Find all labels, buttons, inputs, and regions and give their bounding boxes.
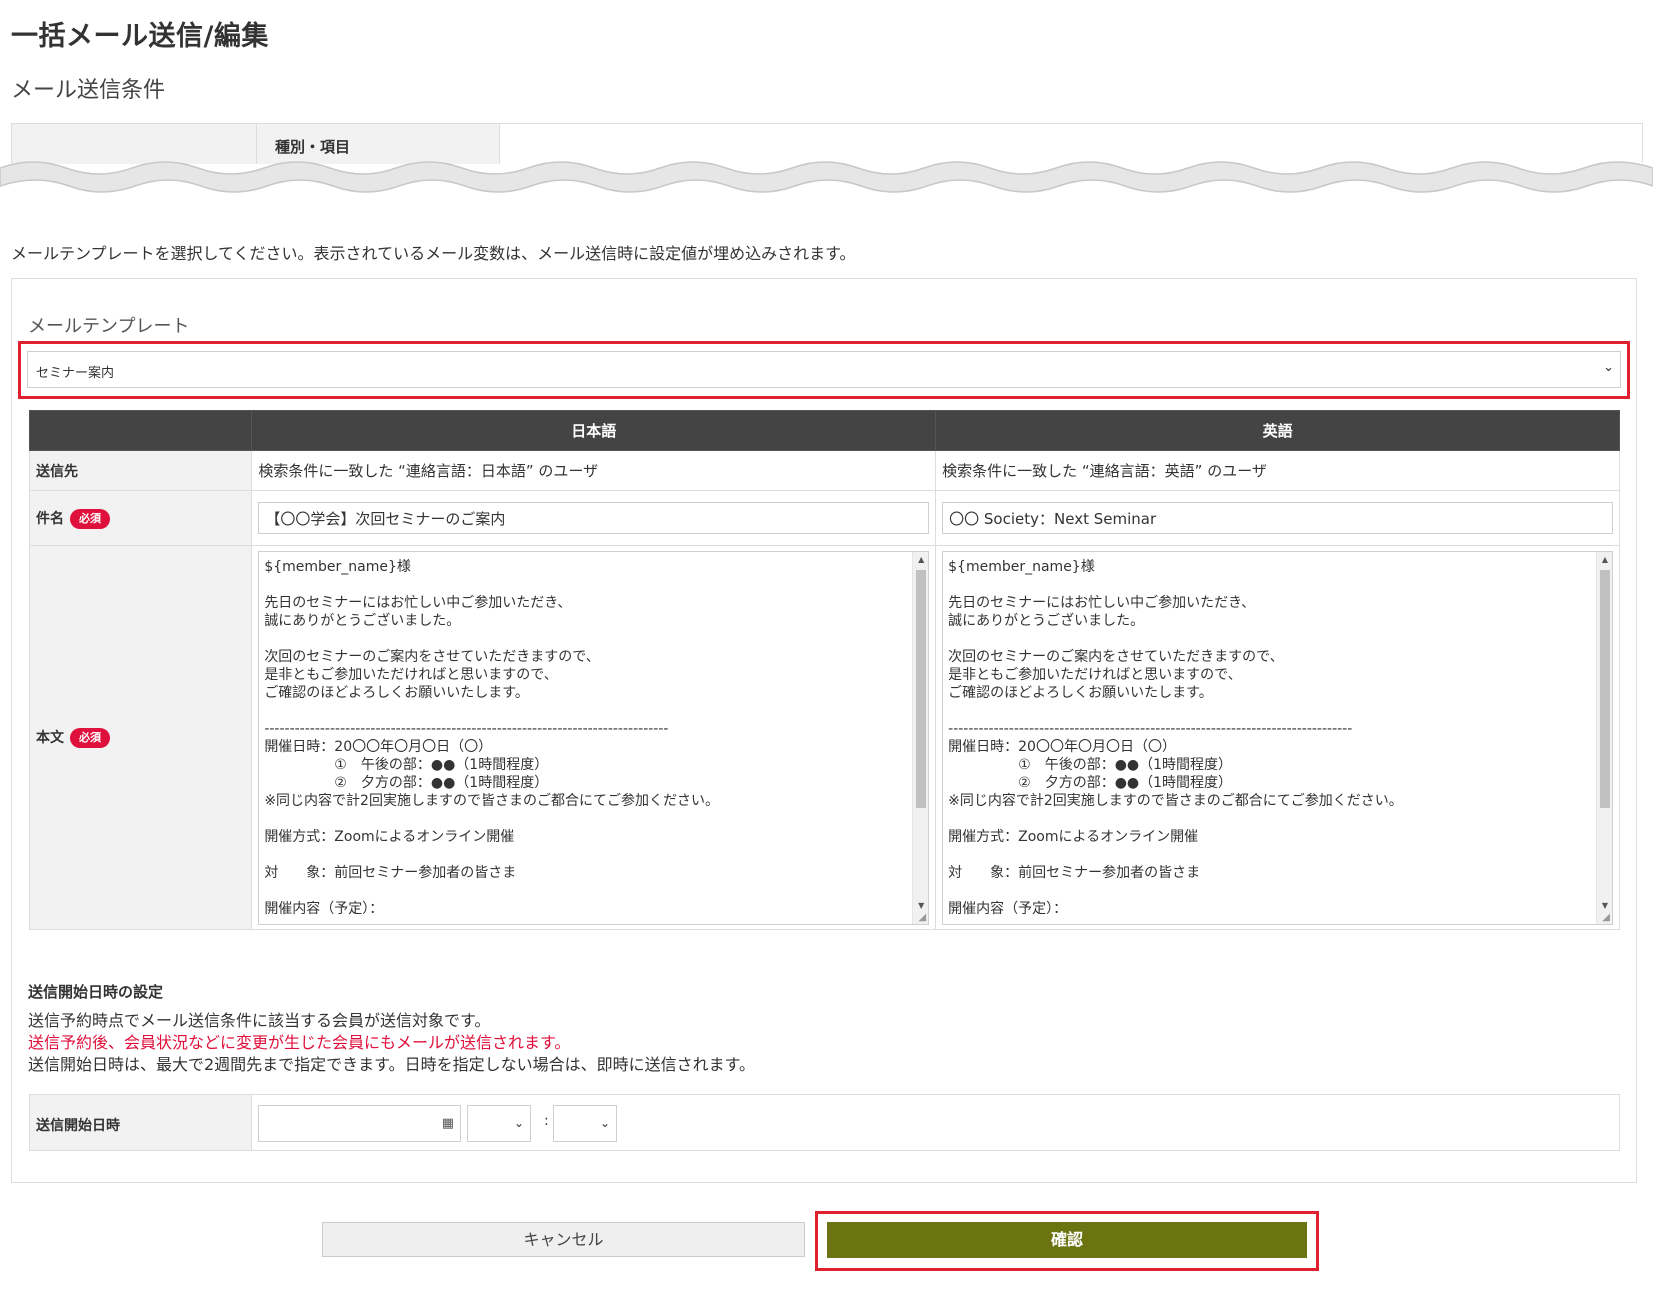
template-select-highlight: セミナー案内 ⌄ [18,341,1630,399]
send-datetime-row: 送信開始日時 ▦ ⌄ : ⌄ [29,1094,1620,1151]
schedule-warning: 送信予約後、会員状況などに変更が生じた会員にもメールが送信されます。 [28,1033,571,1052]
subject-input-english[interactable] [942,502,1613,534]
header-english: 英語 [935,410,1620,451]
header-empty [28,410,253,451]
body-textarea-japanese[interactable]: ${member_name}様 先日のセミナーにはお忙しい中ご参加いただき、 誠… [258,550,930,925]
chevron-down-icon: ⌄ [513,1116,524,1130]
body-text-english: ${member_name}様 先日のセミナーにはお忙しい中ご参加いただき、 誠… [948,558,1403,917]
truncation-wave [0,161,1653,193]
body-textarea-english[interactable]: ${member_name}様 先日のセミナーにはお忙しい中ご参加いただき、 誠… [942,550,1613,925]
conditions-section-title: メール送信条件 [11,78,166,103]
template-select-value: セミナー案内 [36,366,115,381]
scroll-up-icon[interactable]: ▲ [1597,555,1612,564]
scroll-down-icon[interactable]: ▼ [913,901,928,910]
confirm-button[interactable]: 確認 [827,1222,1307,1258]
language-table: 日本語 英語 送信先 検索条件に一致した “連絡言語：日本語” のユーザ 検索条… [28,410,1620,930]
template-field-label: メールテンプレート [28,316,190,337]
subject-label-text: 件名 [36,510,64,527]
resize-handle-icon[interactable]: ◢ [918,912,926,923]
row-label-recipient: 送信先 [28,450,253,491]
body-label-text: 本文 [36,730,64,746]
cancel-button[interactable]: キャンセル [322,1222,805,1257]
confirm-button-highlight: 確認 [815,1211,1319,1271]
body-text-japanese: ${member_name}様 先日のセミナーにはお忙しい中ご参加いただき、 誠… [264,558,719,917]
calendar-icon[interactable]: ▦ [442,1116,454,1131]
chevron-down-icon: ⌄ [599,1116,610,1130]
mail-template-panel: メールテンプレート セミナー案内 ⌄ 日本語 英語 送信先 検索条件に一致した … [11,278,1637,1183]
schedule-note-2: 送信開始日時は、最大で2週間先まで指定できます。日時を指定しない場合は、即時に送… [28,1055,755,1074]
minute-select[interactable]: ⌄ [553,1105,617,1142]
chevron-down-icon: ⌄ [1603,360,1614,375]
page-title: 一括メール送信/編集 [11,21,269,52]
time-separator: : [544,1113,549,1129]
recipient-japanese: 検索条件に一致した “連絡言語：日本語” のユーザ [251,450,937,491]
scrollbar-thumb[interactable] [916,569,927,808]
scrollbar[interactable]: ▲ ▼ [1596,551,1612,924]
resize-handle-icon[interactable]: ◢ [1602,912,1610,923]
row-label-body: 本文 必須 [28,545,253,930]
scrollbar[interactable]: ▲ ▼ [912,551,929,924]
scrollbar-thumb[interactable] [1600,569,1610,808]
schedule-title: 送信開始日時の設定 [28,983,164,1001]
scroll-up-icon[interactable]: ▲ [913,555,928,564]
subject-input-japanese[interactable] [258,502,930,534]
header-japanese: 日本語 [251,410,937,451]
template-select[interactable]: セミナー案内 ⌄ [27,351,1621,388]
schedule-note-1: 送信予約時点でメール送信条件に該当する会員が送信対象です。 [28,1011,491,1030]
required-badge: 必須 [70,508,110,529]
template-instruction: メールテンプレートを選択してください。表示されているメール変数は、メール送信時に… [11,244,856,263]
recipient-english: 検索条件に一致した “連絡言語：英語” のユーザ [935,450,1620,491]
send-datetime-label: 送信開始日時 [30,1095,252,1150]
row-label-subject: 件名 必須 [28,490,253,546]
scroll-down-icon[interactable]: ▼ [1597,901,1612,910]
required-badge: 必須 [70,728,110,748]
hour-select[interactable]: ⌄ [467,1105,531,1142]
send-date-input[interactable]: ▦ [258,1105,461,1142]
